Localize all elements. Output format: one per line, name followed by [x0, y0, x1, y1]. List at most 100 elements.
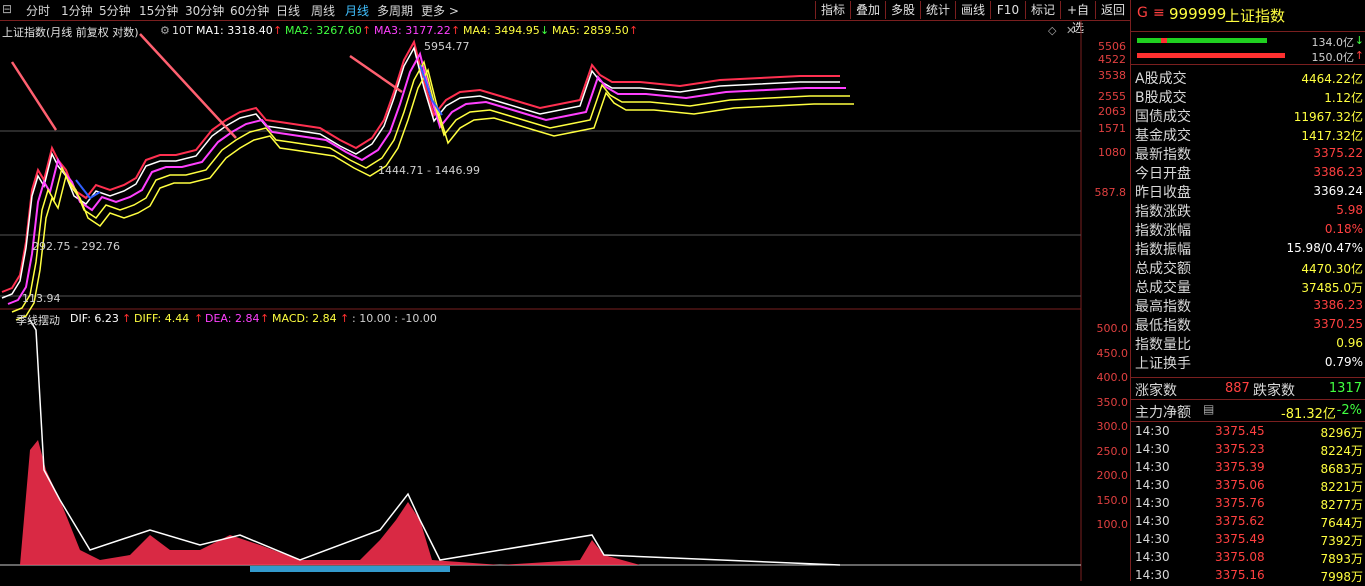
ma5-up-arrow-icon: ↑ [629, 24, 639, 37]
tab-15min[interactable]: 15分钟 [139, 2, 178, 19]
ma1-label: MA1: 3318.40 [196, 24, 273, 37]
tick-time: 14:30 [1135, 460, 1170, 474]
dea-label: DEA: 2.84 [205, 312, 260, 325]
tab-1min[interactable]: 1分钟 [61, 2, 93, 19]
close-icon[interactable]: ✕ [1066, 24, 1075, 37]
tick-price: 3375.45 [1215, 424, 1265, 438]
chart-settings-icon[interactable]: ⚙ [160, 24, 170, 37]
stat-value: 3370.25 [1313, 317, 1363, 331]
tick-row[interactable]: 14:30 3375.23 8224万 [1135, 442, 1363, 460]
tab-month[interactable]: 月线 [345, 2, 369, 19]
stat-row: 今日开盘 3386.23 [1135, 163, 1363, 182]
tab-day[interactable]: 日线 [276, 2, 300, 19]
menu-icon[interactable]: ≡ [1153, 5, 1165, 21]
sub-axis-tick: 150.0 [1096, 494, 1129, 507]
index-code: 999999 [1169, 5, 1227, 23]
tick-row[interactable]: 14:30 3375.76 8277万 [1135, 496, 1363, 514]
stat-row: A股成交 4464.22亿 [1135, 68, 1363, 87]
macd-up-arrow-icon: ↑ [340, 312, 350, 325]
sub-axis-tick: 400.0 [1096, 371, 1129, 384]
sub-axis-tick: 250.0 [1096, 445, 1129, 458]
back-button[interactable]: 返回 [1095, 1, 1130, 19]
tick-volume: 7998万 [1320, 570, 1363, 584]
tab-multi-period[interactable]: 多周期 [377, 2, 413, 19]
macd-label: MACD: 2.84 [272, 312, 337, 325]
period-label: 10T [172, 24, 193, 37]
indicator-button[interactable]: 指标 [815, 1, 850, 19]
stat-label: 指数涨跌 [1135, 204, 1191, 220]
tab-60min[interactable]: 60分钟 [230, 2, 269, 19]
stat-label: 指数涨幅 [1135, 223, 1191, 239]
stat-label: 指数振幅 [1135, 242, 1191, 258]
down-segment [75, 179, 101, 200]
tick-price: 3375.39 [1215, 460, 1265, 474]
stat-label: 最低指数 [1135, 318, 1191, 334]
settings-icon[interactable]: ⊟ [2, 2, 12, 16]
tick-time: 14:30 [1135, 514, 1170, 528]
tab-5min[interactable]: 5分钟 [99, 2, 131, 19]
draw-button[interactable]: 画线 [955, 1, 990, 19]
quote-panel: G ≡ 999999 上证指数 134.0亿 ↓ 150.0亿 ↑ A股成交 44… [1130, 0, 1365, 584]
oscillator-line [29, 319, 841, 566]
main-axis-tick: 587.8 [1094, 186, 1127, 199]
ma4-down-arrow-icon: ↓ [540, 24, 550, 37]
list-icon[interactable]: ▤ [1203, 402, 1214, 416]
stat-value: 3386.23 [1313, 298, 1363, 312]
tick-time: 14:30 [1135, 568, 1170, 582]
fall-count-value: 1317 [1328, 381, 1362, 396]
tick-row[interactable]: 14:30 3375.39 8683万 [1135, 460, 1363, 478]
tick-row[interactable]: 14:30 3375.16 7998万 [1135, 568, 1363, 586]
tick-price: 3375.08 [1215, 550, 1265, 564]
main-axis-tick: 3538 [1098, 69, 1126, 82]
main-axis-tick: 1571 [1098, 122, 1126, 135]
fall-count-label: 跌家数 [1253, 383, 1295, 399]
early-low-annotation: 292.75 - 292.76 [32, 240, 120, 253]
tick-row[interactable]: 14:30 3375.06 8221万 [1135, 478, 1363, 496]
stat-label: 总成交额 [1135, 261, 1191, 277]
stat-label: 上证换手 [1135, 356, 1191, 372]
sub-axis-tick: 300.0 [1096, 420, 1129, 433]
oscillator-negative-area [250, 566, 450, 572]
sub-chart-title: 季线摆动 [16, 314, 60, 327]
tick-price: 3375.06 [1215, 478, 1265, 492]
stat-label: 总成交量 [1135, 280, 1191, 296]
stats-button[interactable]: 统计 [920, 1, 955, 19]
tick-row[interactable]: 14:30 3375.45 8296万 [1135, 424, 1363, 442]
ma2-up-arrow-icon: ↑ [362, 24, 372, 37]
more-menu-button[interactable]: 更多 > [421, 2, 459, 19]
tick-row[interactable]: 14:30 3375.62 7644万 [1135, 514, 1363, 532]
ma3-label: MA3: 3177.22 [374, 24, 451, 37]
mark-button[interactable]: 标记 [1025, 1, 1060, 19]
main-axis-tick: 1080 [1098, 146, 1126, 159]
zoom-out-icon[interactable]: ◇ [1048, 24, 1056, 37]
tick-volume: 8221万 [1320, 480, 1363, 494]
tick-price: 3375.16 [1215, 568, 1265, 582]
tab-30min[interactable]: 30分钟 [185, 2, 224, 19]
tick-time: 14:30 [1135, 478, 1170, 492]
stat-row: 总成交额 4470.30亿 [1135, 258, 1363, 277]
stat-row: 指数量比 0.96 [1135, 334, 1363, 353]
stat-value: 4464.22亿 [1301, 72, 1363, 86]
stat-label: 基金成交 [1135, 128, 1191, 144]
tick-row[interactable]: 14:30 3375.49 7392万 [1135, 532, 1363, 550]
tick-price: 3375.62 [1215, 514, 1265, 528]
buy-volume-bar-green2 [1167, 38, 1267, 43]
stat-row: 指数涨跌 5.98 [1135, 201, 1363, 220]
tab-week[interactable]: 周线 [311, 2, 335, 19]
overlay-button[interactable]: 叠加 [850, 1, 885, 19]
ma4-label: MA4: 3494.95 [463, 24, 540, 37]
stat-value: 1.12亿 [1324, 91, 1363, 105]
kline-chart-area[interactable] [0, 20, 1130, 581]
net-flow-value: -81.32亿 [1281, 407, 1336, 422]
stat-row: 基金成交 1417.32亿 [1135, 125, 1363, 144]
add-watchlist-button[interactable]: +自选 [1060, 1, 1095, 35]
multi-stock-button[interactable]: 多股 [885, 1, 920, 19]
diff-label: DIFF: 4.44 [134, 312, 190, 325]
annotation-arrow [349, 54, 403, 94]
tab-fenshi[interactable]: 分时 [26, 2, 50, 19]
market-prefix: G [1137, 5, 1148, 21]
stat-value: 4470.30亿 [1301, 262, 1363, 276]
f10-button[interactable]: F10 [990, 1, 1025, 19]
tick-row[interactable]: 14:30 3375.08 7893万 [1135, 550, 1363, 568]
stat-row: 指数涨幅 0.18% [1135, 220, 1363, 239]
